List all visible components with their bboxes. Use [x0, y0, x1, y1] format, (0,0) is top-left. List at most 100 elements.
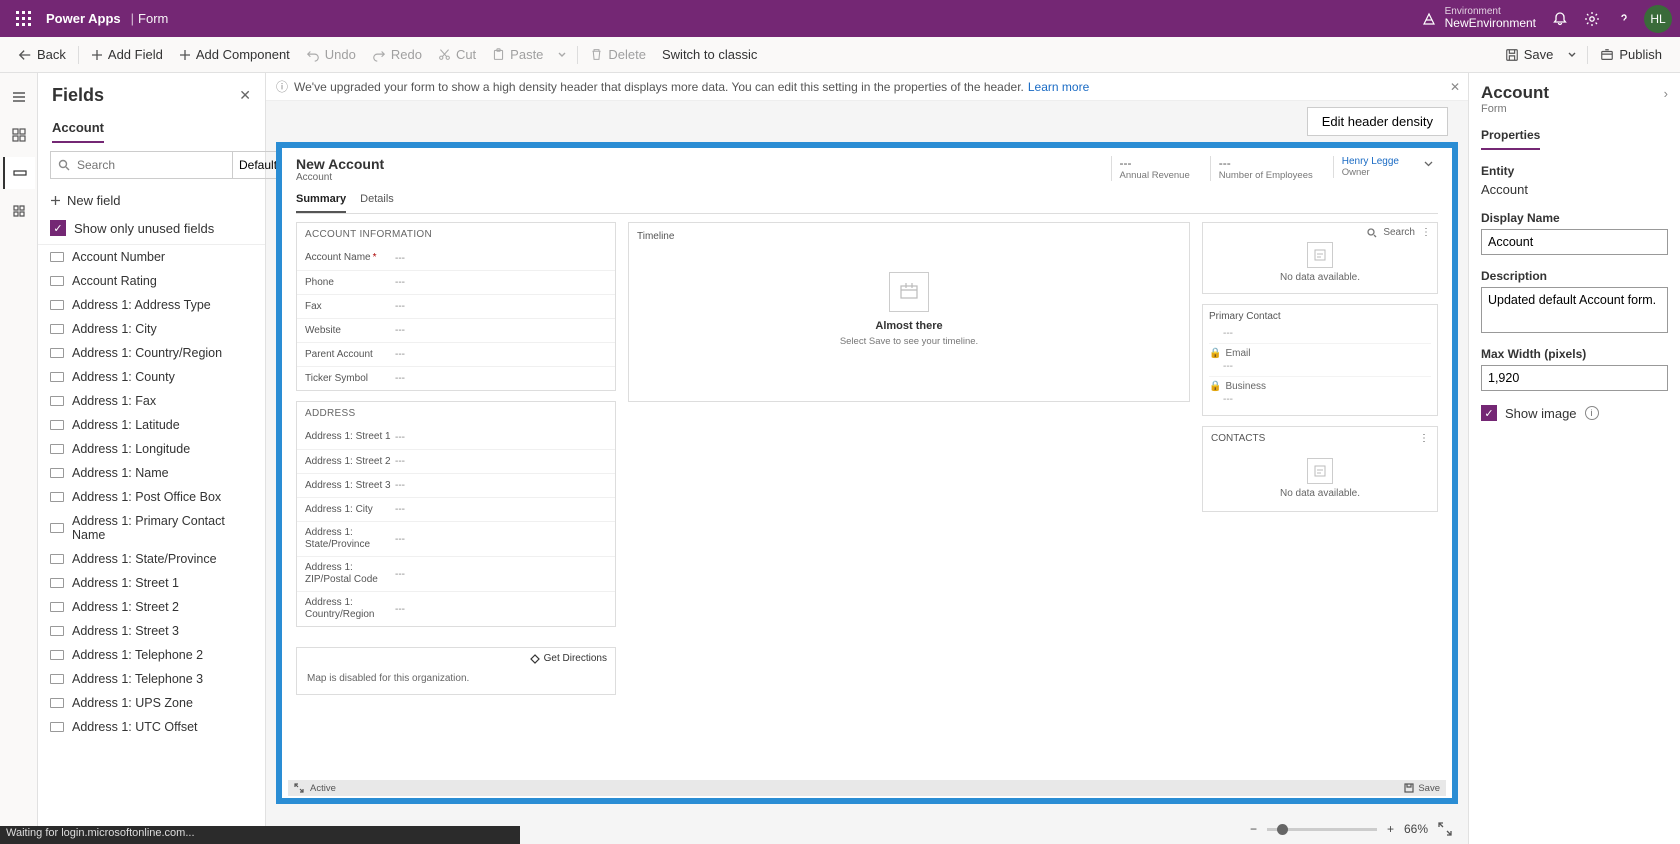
expand-icon[interactable] — [294, 783, 304, 793]
field-item[interactable]: Address 1: UTC Offset — [38, 715, 265, 739]
timeline-section[interactable]: Timeline Almost there Select Save to see… — [628, 222, 1190, 402]
form-field-row[interactable]: Address 1: State/Province--- — [297, 521, 615, 556]
close-info-icon[interactable]: ✕ — [1450, 80, 1460, 94]
field-item[interactable]: Address 1: City — [38, 317, 265, 341]
header-chevron-icon[interactable] — [1419, 156, 1438, 171]
field-item[interactable]: Address 1: Address Type — [38, 293, 265, 317]
redo-button[interactable]: Redo — [364, 43, 430, 66]
field-item[interactable]: Account Number — [38, 245, 265, 269]
form-field-row[interactable]: Parent Account--- — [297, 342, 615, 366]
field-item[interactable]: Address 1: State/Province — [38, 547, 265, 571]
chevron-right-icon[interactable]: › — [1664, 86, 1668, 101]
form-field-row[interactable]: Ticker Symbol--- — [297, 366, 615, 390]
contacts-section[interactable]: CONTACTS⋮ No data available. — [1202, 426, 1438, 512]
field-item[interactable]: Address 1: Post Office Box — [38, 485, 265, 509]
fields-search-input[interactable] — [77, 158, 232, 172]
field-type-icon — [50, 722, 64, 732]
waffle-icon[interactable] — [8, 3, 40, 35]
field-item[interactable]: Address 1: Longitude — [38, 437, 265, 461]
settings-icon[interactable] — [1576, 3, 1608, 35]
field-item[interactable]: Address 1: County — [38, 365, 265, 389]
description-input[interactable] — [1481, 287, 1668, 333]
undo-button[interactable]: Undo — [298, 43, 364, 66]
display-name-input[interactable] — [1481, 229, 1668, 255]
field-type-icon — [50, 444, 64, 454]
field-item[interactable]: Address 1: Telephone 3 — [38, 667, 265, 691]
show-unused-checkbox[interactable]: ✓ Show only unused fields — [38, 216, 265, 244]
rail-hamburger-icon[interactable] — [3, 81, 35, 113]
get-directions-button[interactable]: Get Directions — [530, 653, 607, 664]
fields-tab-account[interactable]: Account — [52, 116, 104, 143]
form-field-row[interactable]: Address 1: Street 1--- — [297, 425, 615, 449]
edit-header-density-button[interactable]: Edit header density — [1307, 107, 1448, 136]
user-avatar[interactable]: HL — [1644, 5, 1672, 33]
environment-picker[interactable]: Environment NewEnvironment — [1421, 6, 1536, 30]
max-width-input[interactable] — [1481, 365, 1668, 391]
primary-contact-section[interactable]: Primary Contact --- 🔒Email --- 🔒Business… — [1202, 304, 1438, 416]
notifications-icon[interactable] — [1544, 3, 1576, 35]
assistant-section[interactable]: Search ⋮ No data available. — [1202, 222, 1438, 294]
map-section[interactable]: Get Directions Map is disabled for this … — [296, 647, 616, 695]
delete-button[interactable]: Delete — [582, 43, 654, 66]
field-item[interactable]: Address 1: Street 1 — [38, 571, 265, 595]
zoom-percent: 66% — [1404, 822, 1428, 836]
field-item[interactable]: Address 1: UPS Zone — [38, 691, 265, 715]
field-item[interactable]: Address 1: Country/Region — [38, 341, 265, 365]
zoom-out-button[interactable]: − — [1250, 822, 1257, 836]
add-component-button[interactable]: Add Component — [171, 43, 298, 66]
env-label: Environment — [1445, 6, 1536, 17]
more-icon[interactable]: ⋮ — [1421, 227, 1431, 238]
new-field-button[interactable]: New field — [38, 185, 265, 216]
form-field-row[interactable]: Fax--- — [297, 294, 615, 318]
switch-classic-button[interactable]: Switch to classic — [654, 43, 765, 66]
info-icon[interactable]: i — [1585, 406, 1599, 420]
form-field-row[interactable]: Account Name*--- — [297, 246, 615, 270]
close-icon[interactable]: ✕ — [239, 87, 251, 104]
more-icon[interactable]: ⋮ — [1419, 433, 1429, 444]
help-icon[interactable] — [1608, 3, 1640, 35]
form-field-row[interactable]: Address 1: ZIP/Postal Code--- — [297, 556, 615, 591]
rail-tree-icon[interactable] — [3, 195, 35, 227]
back-button[interactable]: Back — [10, 43, 74, 66]
field-item[interactable]: Address 1: Telephone 2 — [38, 643, 265, 667]
add-field-button[interactable]: Add Field — [83, 43, 171, 66]
fit-to-screen-icon[interactable] — [1438, 822, 1452, 836]
tab-summary[interactable]: Summary — [296, 189, 346, 213]
paste-button[interactable]: Paste — [484, 43, 551, 66]
paste-menu-chevron[interactable] — [551, 46, 573, 64]
form-field-row[interactable]: Phone--- — [297, 270, 615, 294]
form-field-row[interactable]: Website--- — [297, 318, 615, 342]
entity-label: Entity — [1481, 164, 1668, 178]
field-item[interactable]: Address 1: Name — [38, 461, 265, 485]
save-menu-chevron[interactable] — [1561, 46, 1583, 64]
field-item[interactable]: Address 1: Street 2 — [38, 595, 265, 619]
rail-fields-icon[interactable] — [3, 157, 35, 189]
field-item[interactable]: Address 1: Street 3 — [38, 619, 265, 643]
cut-button[interactable]: Cut — [430, 43, 484, 66]
form-field-row[interactable]: Address 1: Street 2--- — [297, 449, 615, 473]
tab-details[interactable]: Details — [360, 189, 394, 213]
form-field-row[interactable]: Address 1: Country/Region--- — [297, 591, 615, 626]
show-image-checkbox[interactable]: ✓ Show image i — [1481, 405, 1668, 421]
learn-more-link[interactable]: Learn more — [1028, 80, 1089, 94]
search-icon[interactable] — [1367, 228, 1377, 238]
info-banner: ⓘ We've upgraded your form to show a hig… — [266, 73, 1468, 101]
zoom-in-button[interactable]: + — [1387, 822, 1394, 836]
zoom-slider[interactable] — [1267, 828, 1377, 831]
field-item[interactable]: Address 1: Fax — [38, 389, 265, 413]
footer-save-icon[interactable] — [1404, 783, 1414, 793]
section-address[interactable]: ADDRESS Address 1: Street 1---Address 1:… — [296, 401, 616, 627]
form-field-row[interactable]: Address 1: City--- — [297, 497, 615, 521]
field-item[interactable]: Address 1: Latitude — [38, 413, 265, 437]
publish-button[interactable]: Publish — [1592, 43, 1670, 66]
form-field-row[interactable]: Address 1: Street 3--- — [297, 473, 615, 497]
form-canvas[interactable]: New Account Account --- Annual Revenue -… — [276, 142, 1458, 804]
rail-components-icon[interactable] — [3, 119, 35, 151]
properties-tab[interactable]: Properties — [1481, 125, 1540, 150]
display-name-label: Display Name — [1481, 211, 1668, 225]
save-button[interactable]: Save — [1497, 43, 1562, 66]
properties-panel: Account › Form Properties Entity Account… — [1468, 73, 1680, 844]
field-item[interactable]: Address 1: Primary Contact Name — [38, 509, 265, 547]
section-account-information[interactable]: ACCOUNT INFORMATION Account Name*---Phon… — [296, 222, 616, 391]
field-item[interactable]: Account Rating — [38, 269, 265, 293]
